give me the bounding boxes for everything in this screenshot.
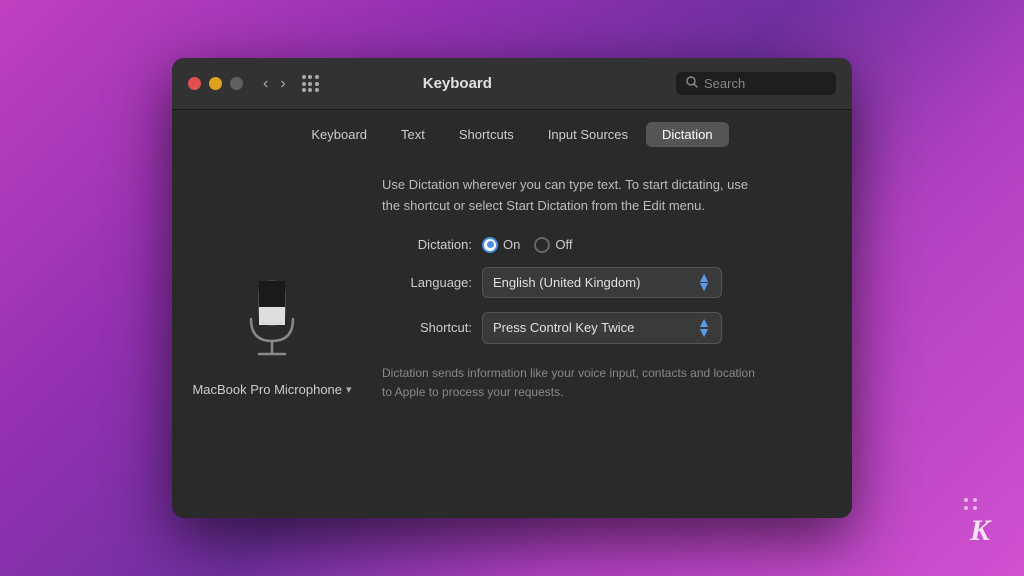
- microphone-icon: [237, 276, 307, 366]
- microphone-label[interactable]: MacBook Pro Microphone ▾: [192, 382, 351, 397]
- dictation-label: Dictation:: [382, 237, 472, 252]
- titlebar: ‹ › Keyboard Search: [172, 58, 852, 110]
- left-panel: MacBook Pro Microphone ▾: [172, 155, 372, 518]
- dictation-toggle-row: Dictation: On Off: [382, 237, 822, 253]
- shortcut-label: Shortcut:: [382, 320, 472, 335]
- radio-off-circle[interactable]: [534, 237, 550, 253]
- dictation-off-option[interactable]: Off: [534, 237, 572, 253]
- tab-keyboard[interactable]: Keyboard: [295, 122, 383, 147]
- language-row: Language: English (United Kingdom) ▲▼: [382, 267, 822, 299]
- off-label: Off: [555, 237, 572, 252]
- tab-input-sources[interactable]: Input Sources: [532, 122, 644, 147]
- settings-grid: Dictation: On Off: [382, 237, 822, 344]
- language-dropdown[interactable]: English (United Kingdom) ▲▼: [482, 267, 722, 299]
- close-button[interactable]: [188, 77, 201, 90]
- language-label: Language:: [382, 275, 472, 290]
- language-value: English (United Kingdom): [493, 275, 640, 290]
- shortcut-chevron-icon: ▲▼: [697, 318, 711, 338]
- footnote-text: Dictation sends information like your vo…: [382, 364, 762, 402]
- shortcut-dropdown[interactable]: Press Control Key Twice ▲▼: [482, 312, 722, 344]
- microphone-label-text: MacBook Pro Microphone: [192, 382, 342, 397]
- search-icon: [686, 76, 698, 91]
- shortcut-row: Shortcut: Press Control Key Twice ▲▼: [382, 312, 822, 344]
- shortcut-value: Press Control Key Twice: [493, 320, 634, 335]
- search-placeholder: Search: [704, 76, 745, 91]
- language-chevron-icon: ▲▼: [697, 273, 711, 293]
- on-label: On: [503, 237, 520, 252]
- right-panel: Use Dictation wherever you can type text…: [372, 155, 852, 518]
- microphone-chevron-icon: ▾: [346, 383, 352, 396]
- content-area: MacBook Pro Microphone ▾ Use Dictation w…: [172, 155, 852, 518]
- dictation-radio-group: On Off: [482, 237, 572, 253]
- search-box[interactable]: Search: [676, 72, 836, 95]
- tab-dictation[interactable]: Dictation: [646, 122, 729, 147]
- tab-text[interactable]: Text: [385, 122, 441, 147]
- description-text: Use Dictation wherever you can type text…: [382, 175, 762, 217]
- microphone-container: MacBook Pro Microphone ▾: [192, 276, 351, 397]
- dictation-on-option[interactable]: On: [482, 237, 520, 253]
- traffic-lights: [188, 77, 243, 90]
- radio-on-circle[interactable]: [482, 237, 498, 253]
- system-preferences-window: ‹ › Keyboard Search Keyboard Text Shortc…: [172, 58, 852, 518]
- tab-shortcuts[interactable]: Shortcuts: [443, 122, 530, 147]
- tabs-bar: Keyboard Text Shortcuts Input Sources Di…: [172, 110, 852, 155]
- minimize-button[interactable]: [209, 77, 222, 90]
- window-title: Keyboard: [239, 75, 676, 92]
- kt-logo: K: [970, 514, 990, 548]
